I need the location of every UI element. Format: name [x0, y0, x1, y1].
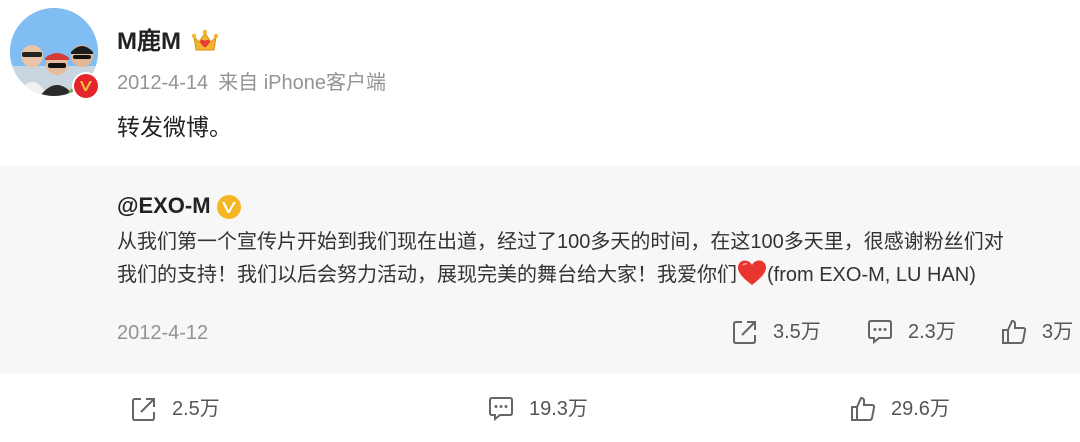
- repost-date[interactable]: 2012-4-12: [117, 320, 208, 346]
- repost-text-line-2: 我们的支持！我们以后会努力活动，展现完美的舞台给大家！我爱你们 (from EXO…: [117, 259, 1077, 292]
- repost-text: 从我们第一个宣传片开始到我们现在出道，经过了100多天的时间，在这100多天里，…: [117, 226, 1077, 292]
- like-icon: [1002, 319, 1027, 344]
- repost-like-count: 3万: [1042, 321, 1074, 343]
- repost-like-button[interactable]: 3万: [1000, 318, 1073, 346]
- verified-v-icon: [80, 81, 92, 91]
- post-source: 来自 iPhone客户端: [218, 72, 387, 94]
- verified-badge-inner: [74, 74, 98, 98]
- like-icon: [851, 396, 876, 421]
- comment-icon: [489, 397, 513, 422]
- post-text: 转发微博。: [117, 114, 232, 140]
- repost-box[interactable]: @EXO-M 从我们第一个宣传片开始到我们现在出道，经过了100多天的时间，在这…: [0, 166, 1080, 374]
- like-button[interactable]: 29.6万: [849, 395, 950, 423]
- repost-text-line-1: 从我们第一个宣传片开始到我们现在出道，经过了100多天的时间，在这100多天里，…: [117, 231, 1004, 253]
- repost-share-button[interactable]: 3.5万: [731, 318, 821, 346]
- weibo-post-card: M鹿M 2012-4-14 来自 iPhone客户端 转发微博。 @EXO-M 从…: [0, 0, 1080, 442]
- repost-verified-icon: [217, 195, 241, 219]
- share-button[interactable]: 2.5万: [130, 395, 220, 423]
- verified-badge-icon: [72, 72, 100, 100]
- repost-comment-count: 2.3万: [908, 321, 956, 343]
- like-count: 29.6万: [891, 398, 950, 420]
- comment-button[interactable]: 19.3万: [487, 395, 588, 423]
- comment-icon: [868, 320, 892, 345]
- post-date[interactable]: 2012-4-14: [117, 72, 208, 94]
- repost-text-line-2-main: 我们的支持！我们以后会努力活动，展现完美的舞台给大家！我爱你们: [117, 264, 737, 286]
- comment-count: 19.3万: [529, 398, 588, 420]
- crown-icon: [191, 29, 219, 51]
- repost-comment-button[interactable]: 2.3万: [866, 318, 956, 346]
- repost-share-count: 3.5万: [773, 321, 821, 343]
- share-icon: [733, 321, 756, 344]
- share-icon: [132, 398, 155, 421]
- post-meta: 2012-4-14 来自 iPhone客户端: [117, 70, 386, 96]
- share-count: 2.5万: [172, 398, 220, 420]
- repost-text-line-2-suffix: (from EXO-M, LU HAN): [767, 264, 976, 286]
- username[interactable]: M鹿M: [117, 28, 181, 56]
- heart-icon: [738, 260, 766, 285]
- repost-author[interactable]: @EXO-M: [117, 192, 211, 220]
